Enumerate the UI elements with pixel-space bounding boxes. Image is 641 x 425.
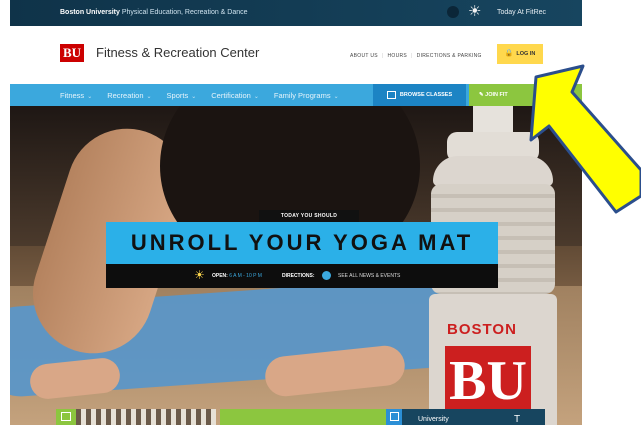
- org-name-rest: Physical Education, Recreation & Dance: [119, 9, 248, 16]
- nav-item-family-programs[interactable]: Family Programs ⌄: [274, 91, 339, 100]
- fitrec-website: Boston University Physical Education, Re…: [10, 0, 582, 425]
- utility-nav: ABOUT US | HOURS | DIRECTIONS & PARKING: [350, 53, 482, 59]
- feature-tile-teal[interactable]: University T: [402, 409, 545, 425]
- about-us-link[interactable]: ABOUT US: [350, 53, 378, 59]
- search-icon[interactable]: [447, 6, 459, 18]
- bottle-boston-text: BOSTON: [447, 321, 517, 338]
- see-all-news-link[interactable]: SEE ALL NEWS & EVENTS: [338, 273, 400, 279]
- feature-tile-icon[interactable]: [386, 409, 402, 425]
- browse-classes-label: BROWSE CLASSES: [399, 92, 453, 98]
- bottle-shoulder: [433, 156, 553, 186]
- today-at-fitrec-link[interactable]: Today At FitRec: [497, 9, 546, 16]
- hero-banner[interactable]: BOSTON BU TODAY YOU SHOULD UNROLL YOUR Y…: [10, 106, 582, 425]
- calendar-icon: [390, 412, 399, 421]
- browse-classes-button[interactable]: BROWSE CLASSES: [373, 84, 466, 106]
- tile-text: University: [418, 416, 449, 423]
- nav-item-label: Family Programs: [273, 90, 331, 100]
- nav-item-recreation[interactable]: Recreation ⌄: [107, 91, 151, 100]
- bu-logo[interactable]: BU: [60, 44, 84, 62]
- directions-parking-link[interactable]: DIRECTIONS & PARKING: [417, 53, 482, 59]
- calendar-icon: [61, 412, 71, 421]
- chevron-down-icon: ⌄: [333, 93, 339, 100]
- open-label: OPEN:: [212, 273, 228, 279]
- site-title[interactable]: Fitness & Recreation Center: [96, 45, 259, 60]
- tile-text-right: T: [514, 414, 521, 425]
- org-name[interactable]: Boston University Physical Education, Re…: [60, 9, 248, 16]
- join-label: JOIN FIT: [485, 92, 508, 98]
- chevron-down-icon: ⌄: [87, 93, 93, 100]
- nav-item-label: Recreation: [107, 90, 144, 100]
- bottle-bu-logo: BU: [445, 346, 531, 416]
- hero-kicker: TODAY YOU SHOULD: [259, 210, 359, 222]
- nav-item-fitness[interactable]: Fitness ⌄: [60, 91, 92, 100]
- log-in-label: LOG IN: [516, 51, 536, 57]
- feature-tile-green[interactable]: [220, 409, 386, 425]
- open-hours: OPEN: 6 A M - 10 P M: [212, 273, 262, 279]
- log-in-button[interactable]: 🔒 LOG IN: [497, 44, 543, 64]
- org-name-bold: Boston University: [60, 9, 120, 16]
- main-nav: Fitness ⌄ Recreation ⌄ Sports ⌄ Certificati…: [10, 84, 582, 106]
- hours-link[interactable]: HOURS: [387, 53, 407, 59]
- calendar-icon: [386, 90, 396, 99]
- nav-item-certification[interactable]: Certification ⌄: [211, 91, 259, 100]
- open-hours-value: 6 A M - 10 P M: [229, 273, 262, 279]
- join-fitrec-button[interactable]: ✎ JOIN FIT: [469, 84, 582, 106]
- nav-item-label: Certification: [211, 90, 251, 100]
- chevron-down-icon: ⌄: [191, 93, 197, 100]
- directions-label: DIRECTIONS:: [282, 273, 315, 279]
- sun-icon: ☀: [468, 3, 482, 20]
- nav-item-label: Fitness: [60, 90, 85, 100]
- nav-item-sports[interactable]: Sports ⌄: [167, 91, 197, 100]
- site-header: BU Fitness & Recreation Center ABOUT US …: [10, 26, 582, 84]
- lock-icon: 🔒: [504, 50, 514, 57]
- feature-tile-photo[interactable]: [76, 409, 216, 425]
- top-utility-bar: Boston University Physical Education, Re…: [10, 0, 582, 26]
- feature-tile-icon[interactable]: [56, 409, 76, 425]
- divider: |: [411, 53, 413, 59]
- divider: |: [381, 53, 384, 59]
- sun-icon: ☀: [194, 268, 205, 282]
- chevron-down-icon: ⌄: [146, 93, 152, 100]
- chevron-down-icon: ⌄: [253, 93, 259, 100]
- directions-icon[interactable]: [322, 271, 331, 280]
- nav-item-label: Sports: [166, 90, 189, 100]
- hero-info-bar: ☀ OPEN: 6 A M - 10 P M DIRECTIONS: SEE A…: [106, 264, 498, 288]
- hero-headline[interactable]: UNROLL YOUR YOGA MAT: [106, 222, 498, 264]
